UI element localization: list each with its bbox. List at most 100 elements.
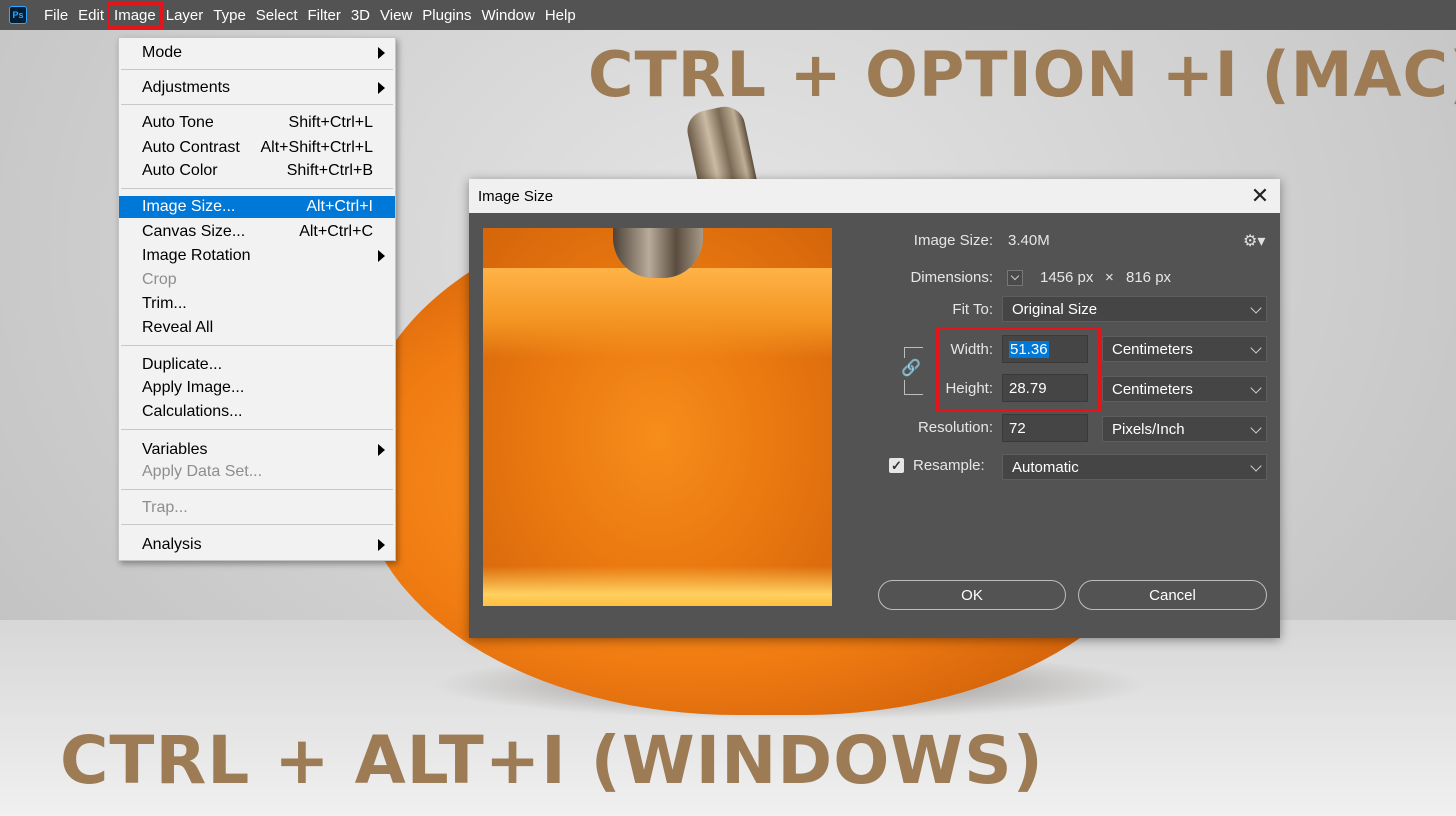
menu-layer[interactable]: Layer <box>161 4 209 27</box>
width-unit-value: Centimeters <box>1112 340 1193 358</box>
width-unit-select[interactable]: Centimeters <box>1102 336 1267 362</box>
menu-item-auto-contrast[interactable]: Auto Contrast Alt+Shift+Ctrl+L <box>119 137 395 159</box>
resample-label: Resample: <box>913 457 985 474</box>
gear-icon[interactable]: ⚙▾ <box>1243 231 1265 251</box>
menu-item-label: Adjustments <box>142 79 231 96</box>
windows-shortcut-caption: CTRL + ALT+I (WINDOWS) <box>60 722 1044 799</box>
menu-filter[interactable]: Filter <box>303 4 346 27</box>
menu-3d[interactable]: 3D <box>346 4 375 27</box>
menu-item-trim[interactable]: Trim... <box>119 293 395 315</box>
menu-item-label: Auto Color <box>142 162 218 179</box>
width-height-highlight <box>936 327 1101 412</box>
menu-item-shortcut: Alt+Ctrl+I <box>306 198 373 215</box>
resolution-unit-select[interactable]: Pixels/Inch <box>1102 416 1267 442</box>
menu-select[interactable]: Select <box>251 4 303 27</box>
dimensions-label: Dimensions: <box>910 269 993 286</box>
dialog-titlebar[interactable]: Image Size ✕ <box>469 179 1280 213</box>
menu-item-label: Apply Image... <box>142 379 245 396</box>
resample-value: Automatic <box>1012 458 1079 476</box>
menu-item-shortcut: Shift+Ctrl+B <box>286 162 373 179</box>
menu-item-label: Reveal All <box>142 319 214 336</box>
menu-item-crop[interactable]: Crop <box>119 269 395 291</box>
menu-divider <box>121 69 393 70</box>
chain-link-icon[interactable]: 🔗 <box>901 358 921 380</box>
menu-image[interactable]: Image <box>107 1 163 29</box>
menu-edit[interactable]: Edit <box>73 4 109 27</box>
menu-type[interactable]: Type <box>208 4 251 27</box>
menu-item-shortcut: Alt+Ctrl+C <box>299 223 373 240</box>
submenu-arrow-icon <box>378 250 385 262</box>
height-unit-value: Centimeters <box>1112 380 1193 398</box>
submenu-arrow-icon <box>378 444 385 456</box>
menu-item-canvas-size[interactable]: Canvas Size... Alt+Ctrl+C <box>119 221 395 243</box>
cancel-button[interactable]: Cancel <box>1078 580 1267 610</box>
menu-window[interactable]: Window <box>476 4 539 27</box>
resample-select[interactable]: Automatic <box>1002 454 1267 480</box>
preview-pumpkin-flesh <box>483 268 832 358</box>
image-size-dialog: Image Size ✕ Image Size: 3.40M ⚙▾ Dimens… <box>469 179 1280 638</box>
menu-divider <box>121 345 393 346</box>
resample-checkbox[interactable]: ✓ <box>889 458 904 473</box>
fit-to-value: Original Size <box>1012 300 1098 318</box>
fit-to-select[interactable]: Original Size <box>1002 296 1267 322</box>
menu-item-image-size[interactable]: Image Size... Alt+Ctrl+I <box>119 196 395 218</box>
height-unit-select[interactable]: Centimeters <box>1102 376 1267 402</box>
menu-item-label: Image Size... <box>142 198 236 215</box>
chevron-down-icon <box>1250 460 1262 472</box>
submenu-arrow-icon <box>378 82 385 94</box>
close-icon[interactable]: ✕ <box>1240 183 1280 209</box>
resolution-input[interactable]: 72 <box>1002 414 1088 442</box>
menu-item-label: Trap... <box>142 499 188 516</box>
chevron-down-icon <box>1250 342 1262 354</box>
menu-item-auto-color[interactable]: Auto Color Shift+Ctrl+B <box>119 160 395 182</box>
menu-item-auto-tone[interactable]: Auto Tone Shift+Ctrl+L <box>119 112 395 134</box>
menu-divider <box>121 429 393 430</box>
menu-item-label: Image Rotation <box>142 247 251 264</box>
menu-item-trap[interactable]: Trap... <box>119 497 395 519</box>
resolution-unit-value: Pixels/Inch <box>1112 420 1185 438</box>
image-menu-dropdown: Mode Adjustments Auto Tone Shift+Ctrl+L … <box>118 37 396 561</box>
menu-item-label: Apply Data Set... <box>142 463 263 480</box>
menu-item-label: Variables <box>142 441 208 458</box>
menu-item-label: Canvas Size... <box>142 223 246 240</box>
dimensions-height-value: 816 px <box>1126 269 1172 286</box>
menu-divider <box>121 104 393 105</box>
menu-divider <box>121 188 393 189</box>
menu-file[interactable]: File <box>39 4 73 27</box>
menu-bar: Ps File Edit Image Layer Type Select Fil… <box>0 0 1456 30</box>
menu-item-reveal-all[interactable]: Reveal All <box>119 317 395 339</box>
menu-item-label: Mode <box>142 44 183 61</box>
menu-item-duplicate[interactable]: Duplicate... <box>119 354 395 376</box>
fit-to-label: Fit To: <box>952 301 993 318</box>
ps-logo-icon[interactable]: Ps <box>9 6 27 24</box>
menu-view[interactable]: View <box>375 4 417 27</box>
menu-item-adjustments[interactable]: Adjustments <box>119 77 395 99</box>
menu-item-image-rotation[interactable]: Image Rotation <box>119 245 395 267</box>
image-preview[interactable] <box>483 228 832 606</box>
image-size-value: 3.40M <box>1008 232 1050 249</box>
dialog-title: Image Size <box>478 187 554 205</box>
image-size-label: Image Size: <box>913 232 993 249</box>
dimensions-times-sign: × <box>1105 269 1114 286</box>
ok-button[interactable]: OK <box>878 580 1066 610</box>
menu-item-label: Calculations... <box>142 403 243 420</box>
menu-item-apply-data-set[interactable]: Apply Data Set... <box>119 461 395 483</box>
menu-item-calculations[interactable]: Calculations... <box>119 401 395 423</box>
resolution-value: 72 <box>1009 419 1026 437</box>
dimensions-dropdown-chevron-icon[interactable] <box>1007 270 1023 286</box>
menu-item-label: Trim... <box>142 295 187 312</box>
chevron-down-icon <box>1250 382 1262 394</box>
menu-item-mode[interactable]: Mode <box>119 42 395 64</box>
menu-item-apply-image[interactable]: Apply Image... <box>119 377 395 399</box>
menu-item-shortcut: Alt+Shift+Ctrl+L <box>260 139 374 156</box>
menu-help[interactable]: Help <box>540 4 581 27</box>
mac-shortcut-caption: CTRL + OPTION +I (MAC) <box>588 38 1456 111</box>
menu-item-label: Crop <box>142 271 177 288</box>
menu-item-analysis[interactable]: Analysis <box>119 534 395 556</box>
chevron-down-icon <box>1250 302 1262 314</box>
menu-plugins[interactable]: Plugins <box>417 4 476 27</box>
menu-item-label: Analysis <box>142 536 202 553</box>
chevron-down-icon <box>1250 422 1262 434</box>
menu-item-variables[interactable]: Variables <box>119 439 395 461</box>
preview-pumpkin-lip <box>483 566 832 606</box>
